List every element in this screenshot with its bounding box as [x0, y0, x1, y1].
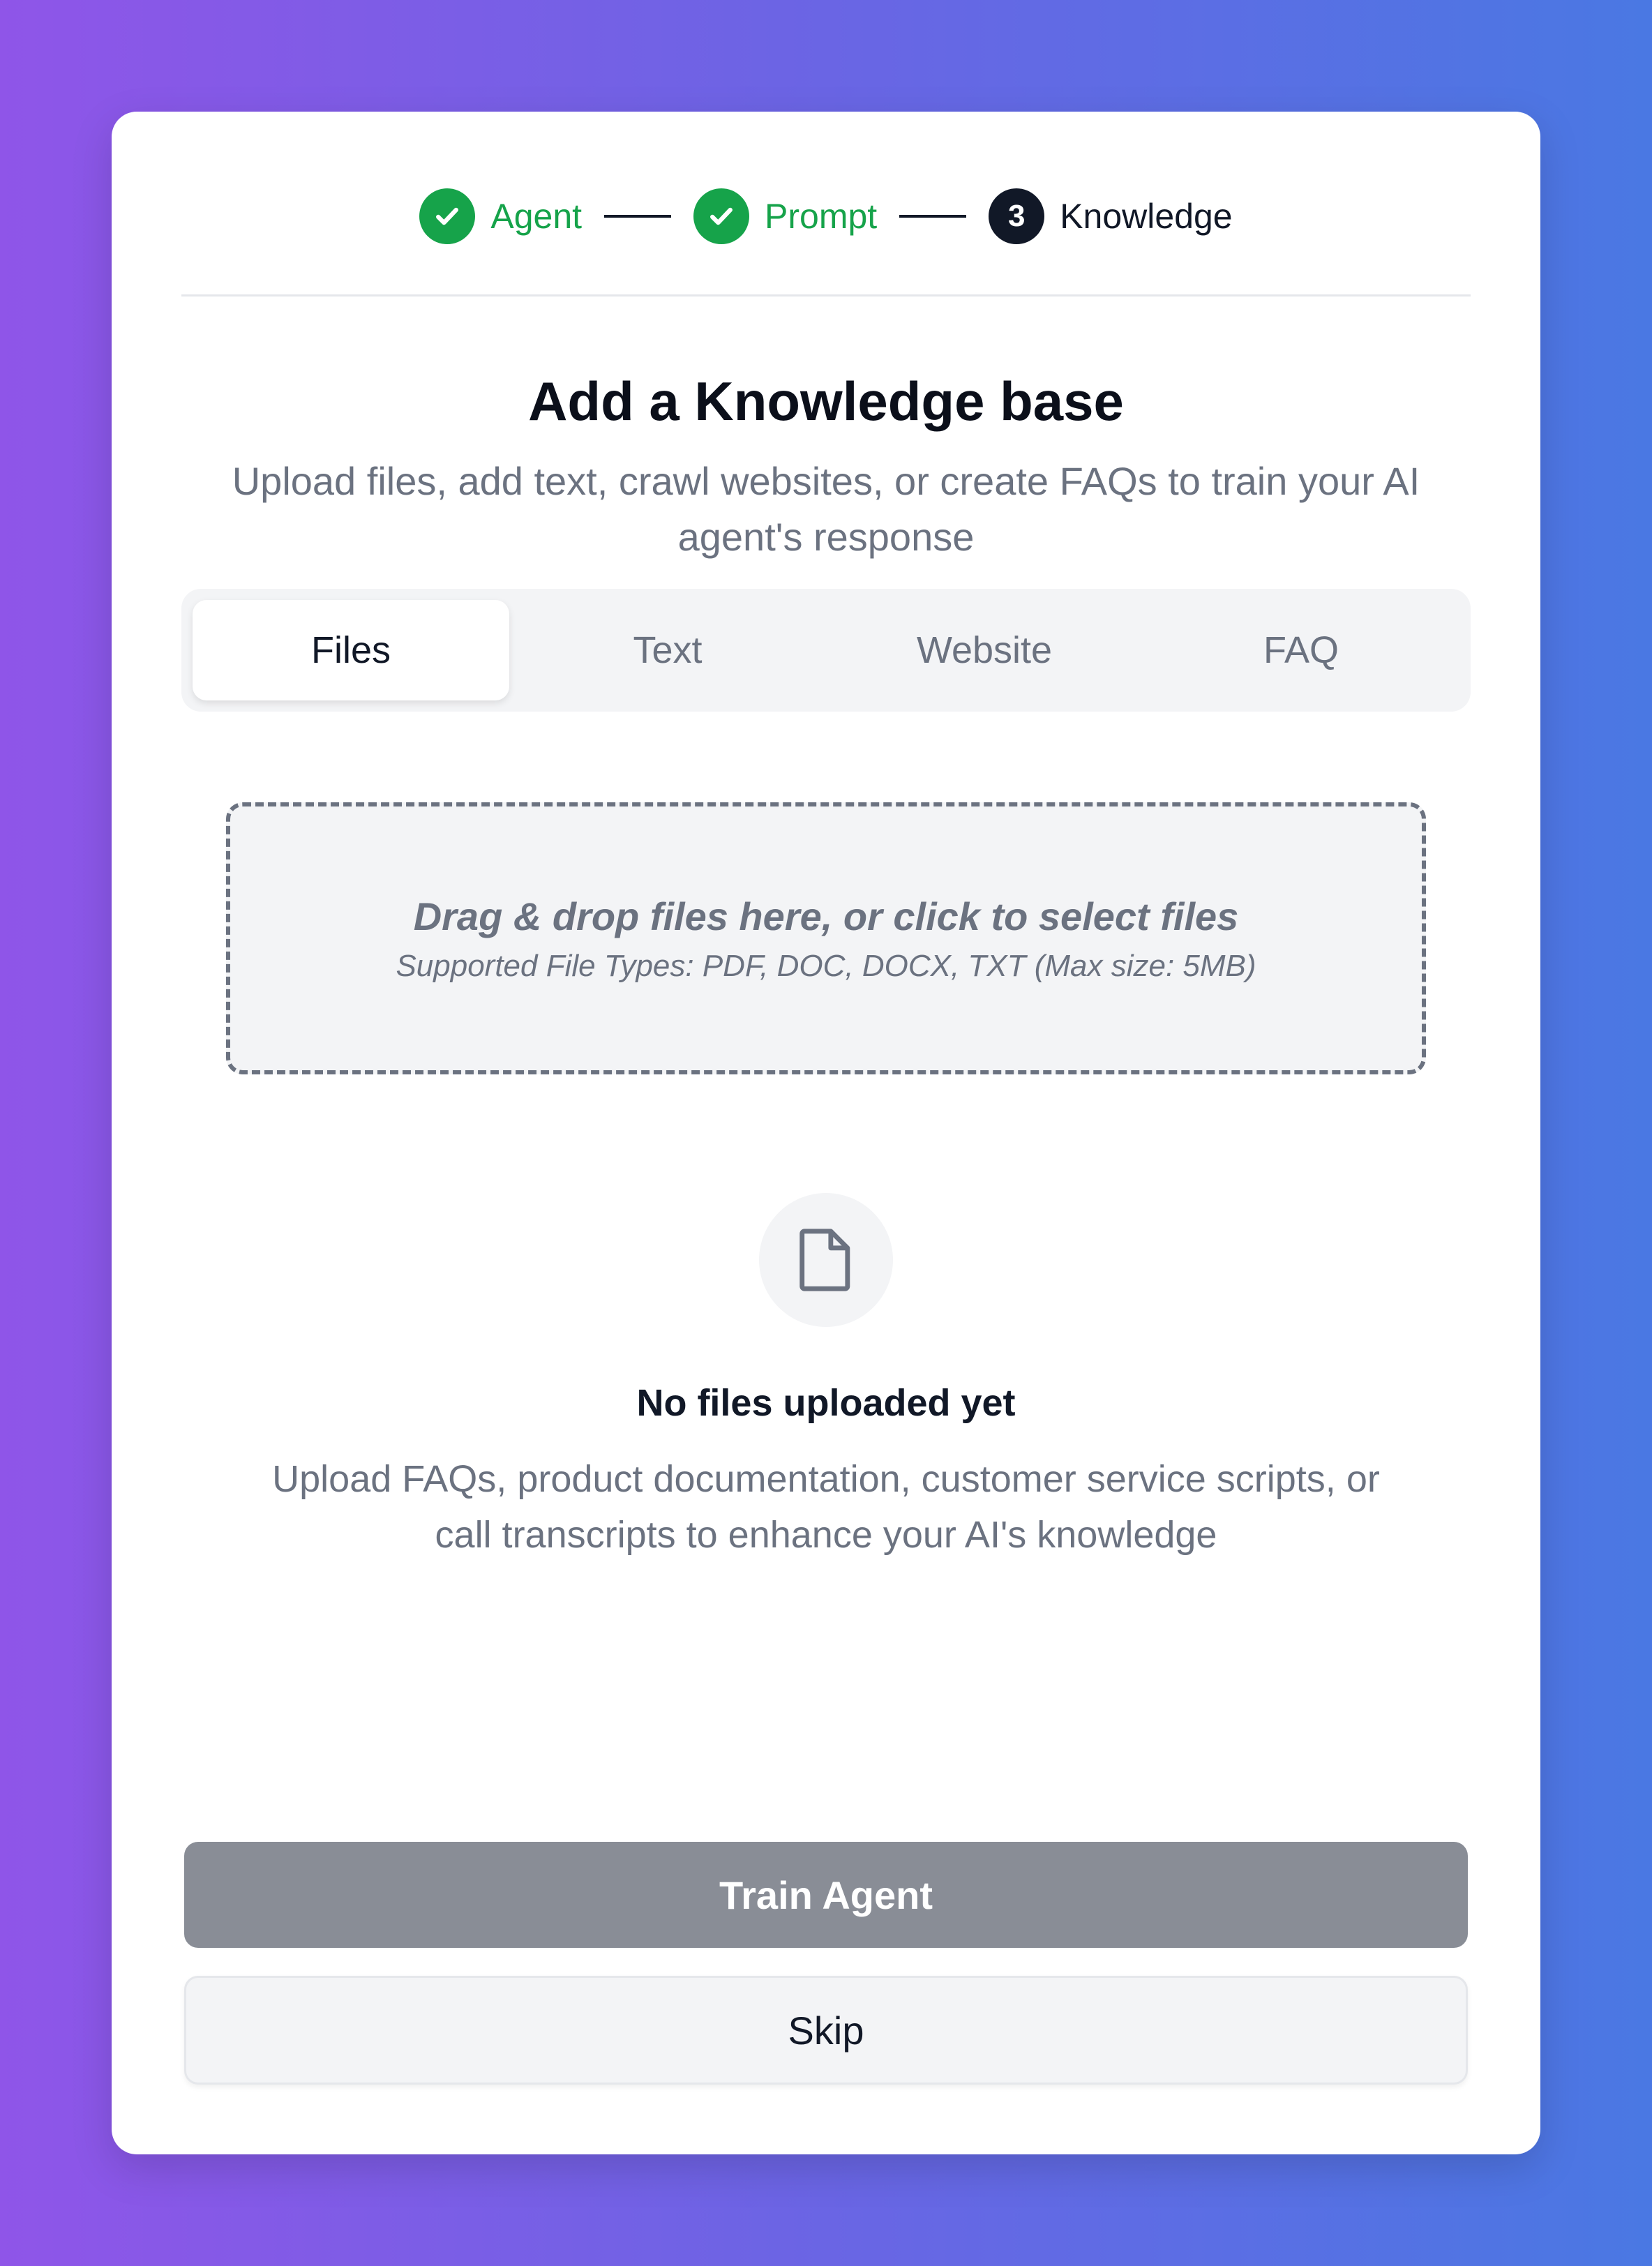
dropzone-file-types: Supported File Types: PDF, DOC, DOCX, TX…: [396, 948, 1256, 983]
file-dropzone[interactable]: Drag & drop files here, or click to sele…: [226, 802, 1426, 1074]
empty-state-title: No files uploaded yet: [636, 1382, 1016, 1424]
onboarding-card: Agent Prompt 3 Knowledge Add a Knowledge…: [112, 112, 1540, 2154]
check-icon: [693, 188, 750, 244]
stepper: Agent Prompt 3 Knowledge: [112, 181, 1540, 251]
check-icon: [419, 188, 476, 244]
tab-files[interactable]: Files: [193, 600, 509, 700]
step-label: Agent: [490, 197, 583, 236]
tab-text[interactable]: Text: [509, 600, 826, 700]
step-agent: Agent: [419, 188, 582, 244]
dropzone-instruction: Drag & drop files here, or click to sele…: [413, 894, 1239, 938]
skip-button[interactable]: Skip: [184, 1976, 1468, 2085]
step-connector: [899, 215, 967, 218]
step-knowledge: 3 Knowledge: [989, 188, 1233, 244]
page-title: Add a Knowledge base: [528, 370, 1124, 432]
step-label: Knowledge: [1060, 197, 1233, 236]
tab-faq[interactable]: FAQ: [1143, 600, 1459, 700]
step-label: Prompt: [765, 197, 878, 236]
step-prompt: Prompt: [693, 188, 877, 244]
file-icon: [759, 1193, 893, 1327]
step-number-badge: 3: [989, 188, 1045, 244]
empty-state-description: Upload FAQs, product documentation, cust…: [272, 1458, 1380, 1556]
divider: [181, 294, 1471, 297]
source-tabs: Files Text Website FAQ: [181, 589, 1471, 712]
train-agent-button[interactable]: Train Agent: [184, 1842, 1468, 1948]
page-subtitle: Upload files, add text, crawl websites, …: [232, 459, 1420, 559]
step-connector: [604, 215, 672, 218]
tab-website[interactable]: Website: [826, 600, 1143, 700]
